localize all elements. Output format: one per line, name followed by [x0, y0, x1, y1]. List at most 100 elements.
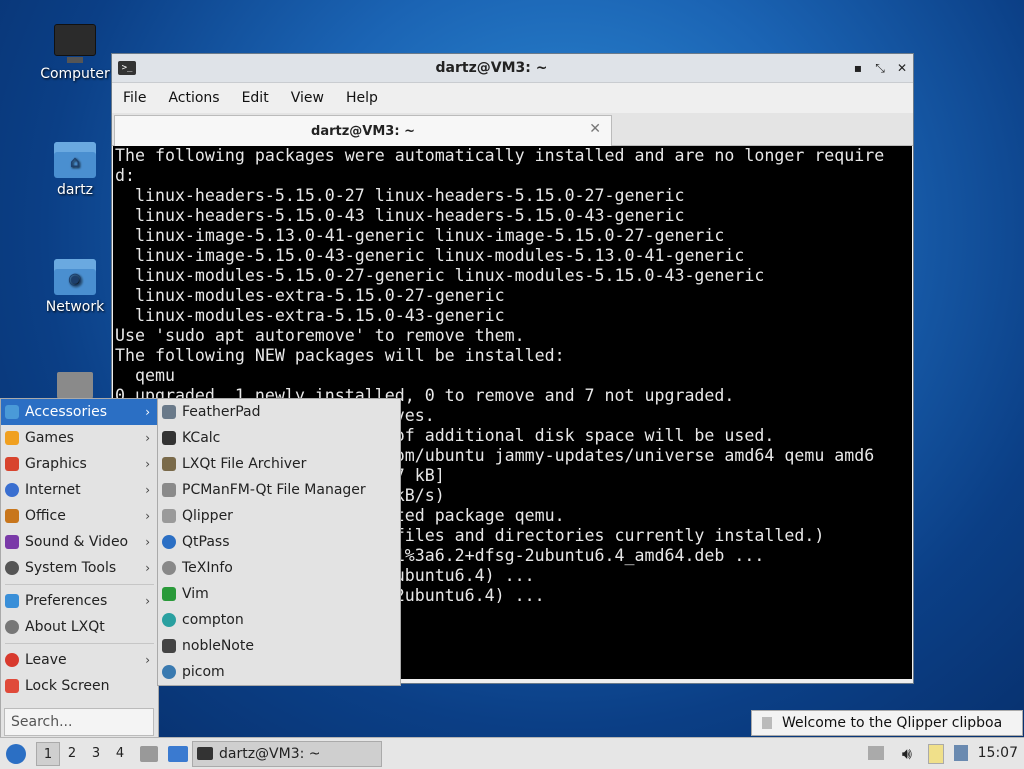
menu-item-label: Games: [25, 430, 74, 446]
archiver-icon: [162, 457, 176, 471]
chevron-right-icon: ›: [145, 509, 150, 523]
qtpass-icon: [162, 535, 176, 549]
submenu-item-compton[interactable]: compton: [158, 607, 400, 633]
keyboard-icon[interactable]: [868, 746, 884, 760]
system-tools-icon: [5, 561, 19, 575]
submenu-item-kcalc[interactable]: KCalc: [158, 425, 400, 451]
tab-bar: dartz@VM3: ~ ✕: [112, 113, 913, 146]
submenu-item-archiver[interactable]: LXQt File Archiver: [158, 451, 400, 477]
menu-item-games[interactable]: Games ›: [1, 425, 158, 451]
submenu-item-label: LXQt File Archiver: [182, 456, 307, 472]
internet-icon: [5, 483, 19, 497]
chevron-right-icon: ›: [145, 457, 150, 471]
menu-item-leave[interactable]: Leave ›: [1, 647, 158, 673]
tab-close-icon[interactable]: ✕: [589, 121, 601, 137]
desktop-icon-network[interactable]: ◉ Network: [30, 259, 120, 315]
terminal-icon: [197, 747, 213, 760]
submenu-item-label: TeXInfo: [182, 560, 233, 576]
menu-item-graphics[interactable]: Graphics ›: [1, 451, 158, 477]
window-title: dartz@VM3: ~: [435, 60, 548, 76]
preferences-icon: [5, 594, 19, 608]
file-manager-icon: [162, 483, 176, 497]
desktop-icon-computer[interactable]: Computer: [30, 24, 120, 82]
terminal-icon: >_: [118, 61, 136, 75]
submenu-item-qtpass[interactable]: QtPass: [158, 529, 400, 555]
maximize-icon[interactable]: ⤡: [869, 61, 891, 76]
noblenote-icon: [162, 639, 176, 653]
window-titlebar[interactable]: >_ dartz@VM3: ~ ▪ ⤡ ✕: [112, 54, 913, 83]
menu-item-label: Accessories: [25, 404, 108, 420]
menu-item-office[interactable]: Office ›: [1, 503, 158, 529]
menu-item-lock-screen[interactable]: Lock Screen: [1, 673, 158, 699]
menu-item-about-lxqt[interactable]: About LXQt: [1, 614, 158, 640]
submenu-item-featherpad[interactable]: FeatherPad: [158, 399, 400, 425]
menu-item-accessories[interactable]: Accessories ›: [1, 399, 158, 425]
menu-item-label: Office: [25, 508, 66, 524]
volume-icon[interactable]: 🔊︎: [902, 744, 912, 764]
kcalc-icon: [162, 431, 176, 445]
close-icon[interactable]: ✕: [891, 61, 913, 75]
file-manager-launcher-icon[interactable]: [140, 745, 158, 762]
chevron-right-icon: ›: [145, 405, 150, 419]
show-desktop-icon[interactable]: [168, 745, 188, 762]
submenu-item-label: compton: [182, 612, 244, 628]
graphics-icon: [5, 457, 19, 471]
picom-icon: [162, 665, 176, 679]
clipboard-notification[interactable]: Welcome to the Qlipper clipboa: [751, 710, 1023, 736]
start-menu-icon[interactable]: [6, 743, 26, 764]
submenu-item-file-manager[interactable]: PCManFM-Qt File Manager: [158, 477, 400, 503]
accessories-submenu: FeatherPad KCalc LXQt File Archiver PCMa…: [157, 398, 401, 686]
terminal-line: linux-headers-5.15.0-27 linux-headers-5.…: [115, 186, 685, 205]
workspace-4[interactable]: 4: [108, 742, 132, 766]
menu-view[interactable]: View: [280, 90, 335, 106]
about-icon: [5, 620, 19, 634]
menu-item-label: Preferences: [25, 593, 108, 609]
workspace-3[interactable]: 3: [84, 742, 108, 766]
terminal-line: qemu: [115, 366, 175, 385]
menu-item-preferences[interactable]: Preferences ›: [1, 588, 158, 614]
menu-item-label: About LXQt: [25, 619, 105, 635]
chevron-right-icon: ›: [145, 431, 150, 445]
main-menu: Accessories › Games › Graphics › Internet › …: [0, 398, 159, 740]
tab-terminal[interactable]: dartz@VM3: ~ ✕: [114, 115, 612, 146]
menu-item-label: Lock Screen: [25, 678, 110, 694]
menu-edit[interactable]: Edit: [231, 90, 280, 106]
clipboard-icon[interactable]: [928, 744, 944, 764]
submenu-item-label: picom: [182, 664, 225, 680]
taskbar-task-terminal[interactable]: dartz@VM3: ~: [192, 740, 382, 767]
submenu-item-label: QtPass: [182, 534, 230, 550]
accessories-icon: [5, 405, 19, 419]
desktop-icon-label: dartz: [56, 182, 94, 198]
workspace-2[interactable]: 2: [60, 742, 84, 766]
terminal-line: linux-modules-extra-5.15.0-43-generic: [115, 306, 505, 325]
network-folder-icon: ◉: [54, 259, 96, 295]
submenu-item-qlipper[interactable]: Qlipper: [158, 503, 400, 529]
update-notifier-icon[interactable]: [954, 745, 968, 761]
desktop-icon-label: Network: [45, 299, 105, 315]
menu-item-internet[interactable]: Internet ›: [1, 477, 158, 503]
menu-actions[interactable]: Actions: [157, 90, 230, 106]
desktop-icon-home[interactable]: ⌂ dartz: [30, 142, 120, 198]
menu-bar: File Actions Edit View Help: [112, 83, 913, 113]
qlipper-icon: [162, 509, 176, 523]
submenu-item-noblenote[interactable]: nobleNote: [158, 633, 400, 659]
texinfo-icon: [162, 561, 176, 575]
submenu-item-vim[interactable]: Vim: [158, 581, 400, 607]
submenu-item-label: KCalc: [182, 430, 221, 446]
notification-text: Welcome to the Qlipper clipboa: [782, 715, 1003, 731]
menu-item-label: System Tools: [25, 560, 117, 576]
submenu-item-label: PCManFM-Qt File Manager: [182, 482, 366, 498]
workspace-1[interactable]: 1: [36, 741, 60, 766]
menu-item-sound-video[interactable]: Sound & Video ›: [1, 529, 158, 555]
chevron-right-icon: ›: [145, 653, 150, 667]
menu-search-input[interactable]: Search...: [4, 708, 154, 736]
desktop-icon-label: Computer: [40, 66, 110, 82]
menu-file[interactable]: File: [112, 90, 157, 106]
menu-item-system-tools[interactable]: System Tools ›: [1, 555, 158, 581]
menu-help[interactable]: Help: [335, 90, 389, 106]
minimize-icon[interactable]: ▪: [847, 61, 869, 75]
clock[interactable]: 15:07: [978, 738, 1018, 769]
chevron-right-icon: ›: [145, 561, 150, 575]
submenu-item-texinfo[interactable]: TeXInfo: [158, 555, 400, 581]
submenu-item-picom[interactable]: picom: [158, 659, 400, 685]
